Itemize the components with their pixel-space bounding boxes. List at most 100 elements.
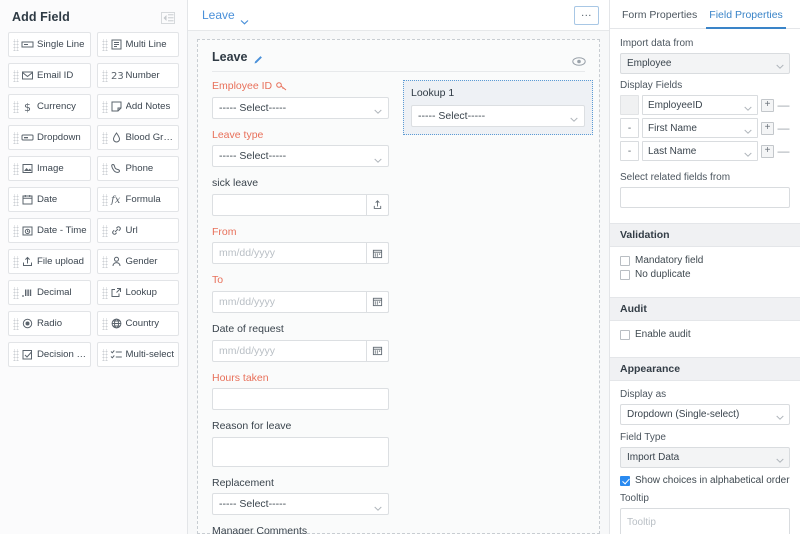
field-type-single-line[interactable]: Single Line [8,32,91,57]
display-field-select[interactable]: EmployeeID [642,95,758,115]
employee-id-select[interactable]: ----- Select----- [212,96,389,119]
field-type-decimal[interactable]: Decimal [8,280,91,305]
display-field-prefix[interactable]: - [620,118,639,138]
field-type-image[interactable]: Image [8,156,91,181]
field-type-date-time[interactable]: Date - Time [8,218,91,243]
drag-handle-icon[interactable] [101,317,108,330]
field-type-phone[interactable]: Phone [96,156,179,181]
replacement-select[interactable]: ----- Select----- [212,493,389,516]
form-selector-label: Leave [202,8,235,22]
remove-display-field-button[interactable]: — [777,122,790,134]
field-type-currency[interactable]: $ Currency [8,94,91,119]
more-options-button[interactable]: ... [574,5,599,25]
display-field-select[interactable]: Last Name [642,141,758,161]
field-type-multi-select[interactable]: Multi-select [96,342,179,367]
field-hours-taken: Hours taken [212,372,389,411]
drag-handle-icon[interactable] [13,317,19,330]
display-field-prefix[interactable]: - [620,141,639,161]
field-type-lookup[interactable]: Lookup [96,280,179,305]
field-type-select[interactable]: Import Data [620,447,790,468]
field-type-blood-group[interactable]: Blood Group [96,125,179,150]
enable-audit-checkbox[interactable] [620,329,630,340]
enable-audit-label: Enable audit [635,329,691,340]
drag-handle-icon[interactable] [13,38,19,51]
lookup-1-select[interactable]: ----- Select----- [411,104,585,127]
drag-handle-icon[interactable] [13,193,19,206]
date-of-request-input[interactable]: mm/dd/yyyy [212,339,389,362]
drag-handle-icon[interactable] [101,193,108,206]
field-label: Date of request [212,322,284,335]
add-display-field-button[interactable]: + [761,144,774,158]
field-type-label: Formula [125,194,161,205]
drag-handle-icon[interactable] [13,100,19,113]
field-type-dropdown[interactable]: Dropdown [8,125,91,150]
collapse-panel-icon[interactable] [161,11,175,24]
form-title-wrap: Leave [212,50,264,64]
eye-icon[interactable] [572,53,586,66]
add-display-field-button[interactable]: + [761,121,774,135]
add-display-field-button[interactable]: + [761,98,774,112]
drag-handle-icon[interactable] [13,255,19,268]
reason-for-leave-textarea[interactable] [212,436,389,467]
calendar-icon[interactable] [366,290,389,313]
no-duplicate-checkbox[interactable] [620,269,630,280]
pencil-icon[interactable] [253,52,264,63]
selected-field-lookup-1[interactable]: Lookup 1 ----- Select----- [403,80,593,135]
field-type-decision-box[interactable]: Decision box [8,342,91,367]
drag-handle-icon[interactable] [13,224,19,237]
field-type-file-upload[interactable]: File upload [8,249,91,274]
field-type-country[interactable]: Country [96,311,179,336]
calendar-icon[interactable] [366,242,389,265]
select-value: ----- Select----- [219,498,287,511]
field-type-number[interactable]: 23 Number [96,63,179,88]
remove-display-field-button[interactable]: — [777,145,790,157]
remove-display-field-button[interactable]: — [777,99,790,111]
import-data-label: Import data from [620,38,694,49]
tab-form-properties[interactable]: Form Properties [616,0,703,28]
alphabetical-order-checkbox[interactable] [620,475,630,486]
field-type-multi-line[interactable]: Multi Line [96,32,179,57]
display-field-prefix[interactable] [620,95,639,115]
related-fields-input[interactable] [620,187,790,208]
to-date-input[interactable]: mm/dd/yyyy [212,290,389,313]
drag-handle-icon[interactable] [101,348,108,361]
sick-leave-file-input[interactable] [212,193,389,216]
field-type-url[interactable]: Url [96,218,179,243]
field-type-label: Phone [125,163,154,174]
drag-handle-icon[interactable] [101,69,108,82]
drag-handle-icon[interactable] [13,69,19,82]
drag-handle-icon[interactable] [101,38,108,51]
field-type-label: Currency [37,101,76,112]
field-type-radio[interactable]: Radio [8,311,91,336]
add-field-sidebar: Add Field Single Line Multi Line Email I… [0,0,188,534]
drag-handle-icon[interactable] [13,131,19,144]
field-type-add-notes[interactable]: Add Notes [96,94,179,119]
drag-handle-icon[interactable] [101,286,108,299]
upload-icon[interactable] [366,193,389,216]
calendar-icon[interactable] [366,339,389,362]
tooltip-input[interactable]: Tooltip [620,508,790,534]
hours-taken-input[interactable] [212,388,389,411]
tab-field-properties[interactable]: Field Properties [703,0,789,29]
drag-handle-icon[interactable] [13,348,19,361]
field-type-date[interactable]: Date [8,187,91,212]
drag-handle-icon[interactable] [101,100,108,113]
form-selector[interactable]: Leave [202,8,249,25]
display-field-select[interactable]: First Name [642,118,758,138]
import-data-select[interactable]: Employee [620,53,790,74]
drag-handle-icon[interactable] [13,286,19,299]
field-type-formula[interactable]: fx Formula [96,187,179,212]
drag-handle-icon[interactable] [101,162,108,175]
display-as-select[interactable]: Dropdown (Single-select) [620,404,790,425]
drag-handle-icon[interactable] [101,224,108,237]
mandatory-field-checkbox[interactable] [620,255,630,266]
from-date-input[interactable]: mm/dd/yyyy [212,242,389,265]
field-label: Hours taken [212,371,269,384]
field-type-gender[interactable]: Gender [96,249,179,274]
email-icon [21,69,34,82]
field-type-email-id[interactable]: Email ID [8,63,91,88]
leave-type-select[interactable]: ----- Select----- [212,145,389,168]
drag-handle-icon[interactable] [13,162,19,175]
drag-handle-icon[interactable] [101,131,108,144]
drag-handle-icon[interactable] [101,255,108,268]
